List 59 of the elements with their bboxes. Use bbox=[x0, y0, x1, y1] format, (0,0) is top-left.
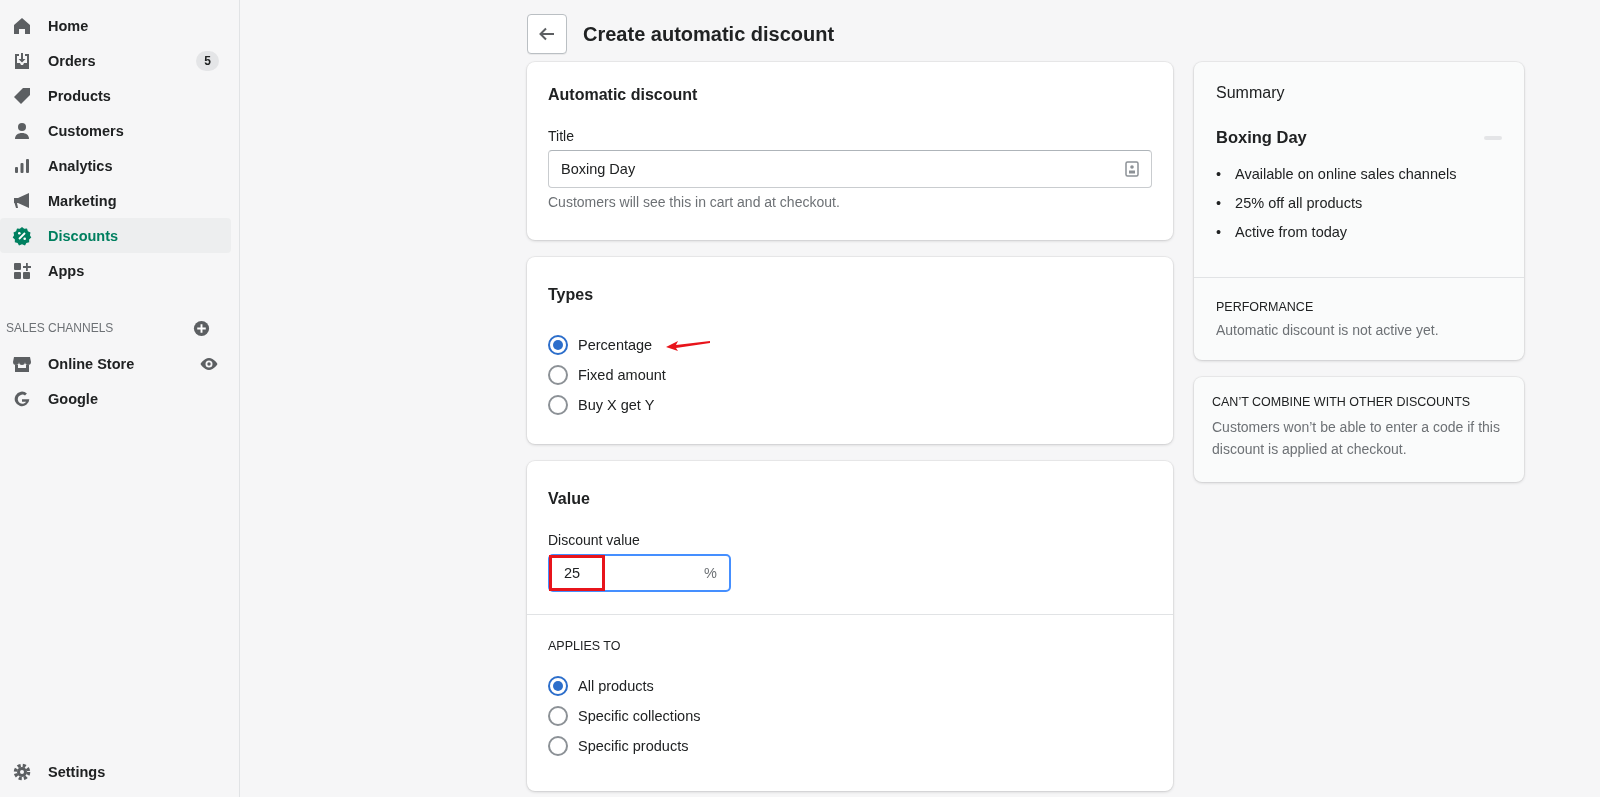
nav-item[interactable]: Settings bbox=[0, 754, 231, 789]
performance-text: Automatic discount is not active yet. bbox=[1216, 322, 1440, 338]
person-icon bbox=[12, 120, 32, 141]
section-heading: CAN’T COMBINE WITH OTHER DISCOUNTS bbox=[1212, 395, 1472, 409]
card-heading: Types bbox=[548, 286, 595, 304]
card-heading: Value bbox=[548, 490, 591, 508]
summary-detail: 25% off all products bbox=[1235, 194, 1363, 212]
nav-item[interactable]: Products bbox=[0, 78, 231, 113]
bullet-mark: • bbox=[1216, 194, 1222, 212]
radio-label[interactable]: Fixed amount bbox=[578, 367, 666, 383]
nav-item[interactable]: Orders 5 bbox=[0, 43, 231, 78]
section-heading: SALES CHANNELS bbox=[6, 321, 114, 335]
discount-value-field[interactable]: 25 % bbox=[548, 554, 731, 592]
discount-name: Boxing Day bbox=[1216, 128, 1307, 147]
title-input-field[interactable]: Boxing Day bbox=[548, 150, 1152, 188]
radio-label[interactable]: Buy X get Y bbox=[578, 397, 655, 413]
section-heading: PERFORMANCE bbox=[1216, 300, 1315, 314]
radio-button[interactable] bbox=[548, 395, 568, 415]
nav-item[interactable]: Analytics bbox=[0, 148, 231, 183]
radio-button[interactable] bbox=[548, 335, 568, 355]
nav-item[interactable]: Home bbox=[0, 8, 231, 43]
radio-label[interactable]: Specific collections bbox=[578, 708, 701, 724]
help-text: Customers will see this in cart and at checkout. bbox=[548, 194, 841, 210]
summary-detail: Active from today bbox=[1235, 223, 1348, 241]
field-label: Discount value bbox=[548, 532, 641, 548]
bullet-mark: • bbox=[1216, 165, 1222, 183]
inbox-arrow-icon bbox=[12, 50, 32, 71]
nav-item[interactable]: Customers bbox=[0, 113, 231, 148]
home-icon bbox=[12, 15, 32, 36]
radio-button[interactable] bbox=[548, 365, 568, 385]
radio-label[interactable]: All products bbox=[578, 678, 654, 694]
nav-item[interactable]: Online Store bbox=[0, 346, 231, 381]
section-heading: APPLIES TO bbox=[548, 639, 622, 653]
nav-item[interactable]: Google bbox=[0, 381, 231, 416]
radio-label[interactable]: Specific products bbox=[578, 738, 689, 754]
nav-item[interactable]: Apps bbox=[0, 253, 231, 288]
field-label: Title bbox=[548, 128, 575, 144]
back-button[interactable] bbox=[527, 14, 567, 54]
radio-label[interactable]: Percentage bbox=[578, 337, 653, 353]
page-title: Create automatic discount bbox=[583, 22, 835, 46]
percent-badge-icon bbox=[12, 225, 32, 246]
nav-item[interactable]: Marketing bbox=[0, 183, 231, 218]
count-badge: 5 bbox=[196, 50, 219, 71]
card-heading: Automatic discount bbox=[548, 86, 699, 104]
radio-button[interactable] bbox=[548, 676, 568, 696]
bullet-mark: • bbox=[1216, 223, 1222, 241]
nav-item[interactable]: Discounts bbox=[0, 218, 231, 253]
note-text: Customers won’t be able to enter a code if this discount is applied at checkout. bbox=[1212, 418, 1501, 459]
percent-suffix: % bbox=[704, 565, 717, 581]
summary-detail: Available on online sales channels bbox=[1235, 165, 1457, 183]
card-heading: Summary bbox=[1216, 84, 1286, 102]
gear-icon bbox=[12, 761, 32, 782]
radio-button[interactable] bbox=[548, 706, 568, 726]
radio-button[interactable] bbox=[548, 736, 568, 756]
contact-card-icon bbox=[1125, 161, 1139, 177]
tag-icon bbox=[12, 85, 32, 106]
apps-grid-icon bbox=[12, 260, 32, 281]
megaphone-icon bbox=[12, 190, 32, 211]
add-circle-icon[interactable] bbox=[192, 318, 211, 338]
